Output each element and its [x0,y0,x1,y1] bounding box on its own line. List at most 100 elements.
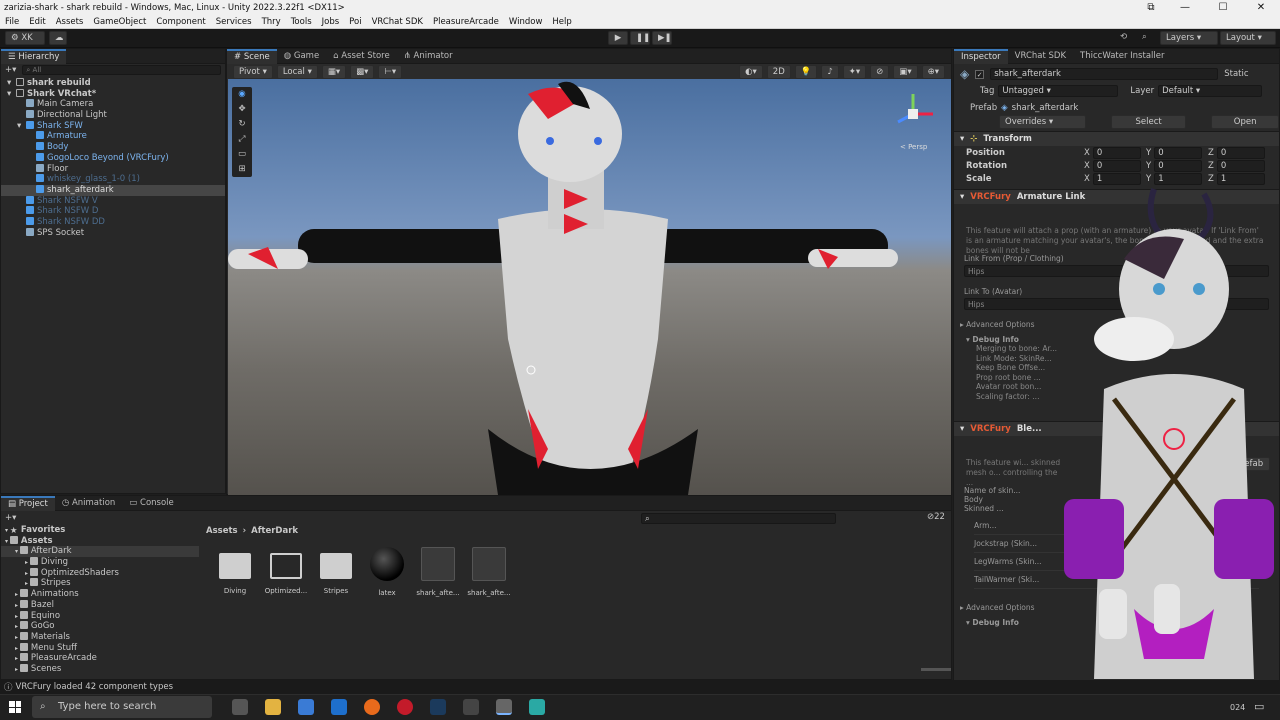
tag-dropdown[interactable]: Untagged ▾ [998,85,1119,97]
select-button[interactable]: Select [1110,115,1187,129]
project-tree-item[interactable]: ▸ Equino [1,610,199,622]
search-icon[interactable]: ⌕ [1142,32,1147,42]
asset-item[interactable]: latex [365,547,409,597]
project-tree-item[interactable]: ▸ Animations [1,589,199,600]
lighting-icon[interactable]: 💡 [794,65,818,79]
transform-y-field[interactable]: Y0 [1146,159,1208,173]
transform-x-field[interactable]: X0 [1084,159,1146,173]
step-button[interactable]: ▶❚ [652,31,672,45]
hierarchy-item[interactable]: Shark NSFW V [1,195,225,207]
capture-app-icon[interactable] [529,699,545,715]
breadcrumb-afterdark[interactable]: AfterDark [251,526,298,536]
hierarchy-item[interactable]: Directional Light [1,110,225,121]
projection-label[interactable]: < Persp [900,143,927,151]
add-icon[interactable]: +▾ [5,513,16,523]
transform-z-field[interactable]: Z0 [1208,159,1270,173]
transform-tool-icon[interactable]: ⊞ [232,162,252,177]
asset-item[interactable]: Diving [213,547,257,595]
minimize-button[interactable]: — [1166,0,1204,15]
steam-icon[interactable] [430,699,446,715]
move-tool-icon[interactable]: ✥ [232,102,252,117]
asset-item[interactable]: shark_afte... [467,547,511,597]
transform-z-field[interactable]: Z0 [1208,146,1270,160]
grid-snap-button[interactable]: ▦▾ [321,65,347,79]
tab-inspector[interactable]: Inspector [954,49,1008,64]
menu-item-gameobject[interactable]: GameObject [88,15,151,29]
hierarchy-item[interactable]: ▾ Shark VRchat* [1,88,225,100]
pivot-dropdown[interactable]: Pivot ▾ [233,65,273,79]
rect-tool-icon[interactable]: ▭ [232,147,252,162]
outlook-icon[interactable] [331,699,347,715]
zoom-slider[interactable] [921,668,951,671]
notifications-icon[interactable]: ▭ [1254,700,1264,713]
restore-icon[interactable]: ⧉ [1136,0,1166,15]
hierarchy-search-input[interactable]: ⌕ All [22,65,221,75]
effects-icon[interactable]: ✦▾ [842,65,867,79]
tab-project[interactable]: ▤ Project [1,495,55,511]
project-tree-item[interactable]: ▾ AfterDark [1,546,199,558]
layer-dropdown[interactable]: Default ▾ [1158,85,1263,97]
menu-item-component[interactable]: Component [151,15,210,29]
unity-hub-icon[interactable] [463,699,479,715]
project-tree-item[interactable]: ▸ Menu Stuff [1,642,199,654]
project-search-input[interactable]: ⌕ [641,512,836,524]
audio-icon[interactable]: ♪ [821,65,839,79]
hierarchy-item[interactable]: Main Camera [1,99,225,110]
tab-vrchat-sdk[interactable]: VRChat SDK [1008,49,1073,64]
menu-item-pleasurearcade[interactable]: PleasureArcade [428,15,504,29]
transform-x-field[interactable]: X0 [1084,146,1146,160]
chevron-icon[interactable]: ▾ [7,78,16,89]
project-tree-item[interactable]: ▸ Stripes [1,578,199,589]
history-icon[interactable]: ⟲ [1120,32,1127,42]
project-tree-item[interactable]: ▾ Assets [1,535,199,547]
windows-start-icon[interactable] [9,701,21,713]
hierarchy-item[interactable]: ▾ shark rebuild [1,78,225,89]
view-tool-icon[interactable]: ◉ [232,87,252,102]
close-button[interactable]: ✕ [1242,0,1280,15]
chevron-icon[interactable]: ▾ [7,89,16,100]
tab-hierarchy[interactable]: ☰ Hierarchy [1,48,67,64]
chevron-icon[interactable]: ▾ [17,121,26,132]
menu-item-window[interactable]: Window [504,15,548,29]
file-explorer-icon[interactable] [265,699,281,715]
project-tree-item[interactable]: ▸ Bazel [1,599,199,611]
breadcrumb-assets[interactable]: Assets [206,526,238,536]
toggle-2d-button[interactable]: 2D [766,65,791,79]
overrides-dropdown[interactable]: Overrides ▾ [999,115,1086,129]
gizmos-icon[interactable]: ⊕▾ [921,65,945,79]
scale-tool-icon[interactable]: ⤢ [232,132,252,147]
opera-icon[interactable] [397,699,413,715]
layout-dropdown[interactable]: Layout ▾ [1220,31,1276,45]
menu-item-jobs[interactable]: Jobs [317,15,345,29]
taskbar-search-input[interactable]: ⌕ Type here to search [32,696,212,718]
menu-item-edit[interactable]: Edit [24,15,50,29]
menu-item-thry[interactable]: Thry [257,15,286,29]
active-checkbox[interactable]: ✓ [975,69,985,79]
rotate-tool-icon[interactable]: ↻ [232,117,252,132]
snap-increment-button[interactable]: ▩▾ [350,65,375,79]
menu-item-tools[interactable]: Tools [286,15,317,29]
maximize-button[interactable]: ☐ [1204,0,1242,15]
object-name-field[interactable]: shark_afterdark [990,68,1219,80]
hierarchy-item[interactable]: Body [1,142,225,153]
tab-animation[interactable]: ◷ Animation [55,496,122,511]
static-label[interactable]: Static [1224,69,1248,79]
transform-header[interactable]: ▾ ⊹ Transform [954,131,1279,146]
tab-scene[interactable]: # Scene [227,48,277,64]
menu-item-services[interactable]: Services [211,15,257,29]
add-icon[interactable]: +▾ [5,65,16,75]
tab-game[interactable]: ◍ Game [277,49,326,64]
ruler-button[interactable]: ⊢▾ [378,65,403,79]
menu-item-vrchat-sdk[interactable]: VRChat SDK [367,15,428,29]
project-tree-item[interactable]: ▸ GoGo [1,621,199,632]
asset-item[interactable]: Optimized... [264,547,308,595]
orientation-gizmo[interactable] [888,89,938,139]
project-tree-item[interactable]: ▸ PleasureArcade [1,653,199,664]
task-view-icon[interactable] [232,699,248,715]
play-button[interactable]: ▶ [608,31,628,45]
hierarchy-item[interactable]: Floor [1,163,225,175]
scene-viewport[interactable]: ◉ ✥ ↻ ⤢ ▭ ⊞ < Persp [228,79,951,495]
tab-console[interactable]: ▭ Console [122,496,180,511]
draw-mode-button[interactable]: ◐▾ [739,65,763,79]
account-button[interactable]: ⚙ XK ▾ [5,31,45,56]
